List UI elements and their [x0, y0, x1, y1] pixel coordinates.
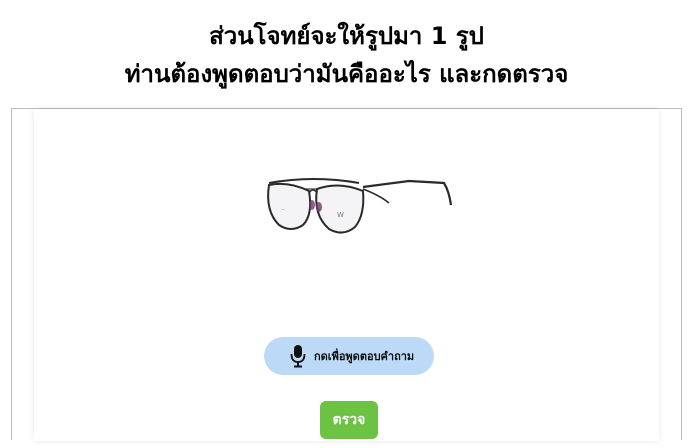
quiz-card: W ~ กดเพื่อพูดตอบคำถาม ตรวจ [34, 109, 659, 441]
quiz-frame: W ~ กดเพื่อพูดตอบคำถาม ตรวจ [11, 108, 682, 441]
instruction-title-line2: ท่านต้องพูดตอบว่ามันคืออะไร และกดตรวจ [124, 60, 569, 88]
svg-text:~: ~ [281, 207, 284, 212]
check-button[interactable]: ตรวจ [320, 401, 378, 439]
speak-answer-label: กดเพื่อพูดตอบคำถาม [314, 350, 415, 363]
eyeglasses-image: W ~ [267, 178, 453, 234]
svg-text:W: W [337, 211, 344, 219]
instruction-title-line1: ส่วนโจทย์จะให้รูปมา 1 รูป [209, 22, 484, 50]
microphone-icon [290, 344, 306, 368]
page: ส่วนโจทย์จะให้รูปมา 1 รูป ท่านต้องพูดตอบ… [0, 0, 693, 448]
speak-answer-button[interactable]: กดเพื่อพูดตอบคำถาม [264, 337, 434, 375]
